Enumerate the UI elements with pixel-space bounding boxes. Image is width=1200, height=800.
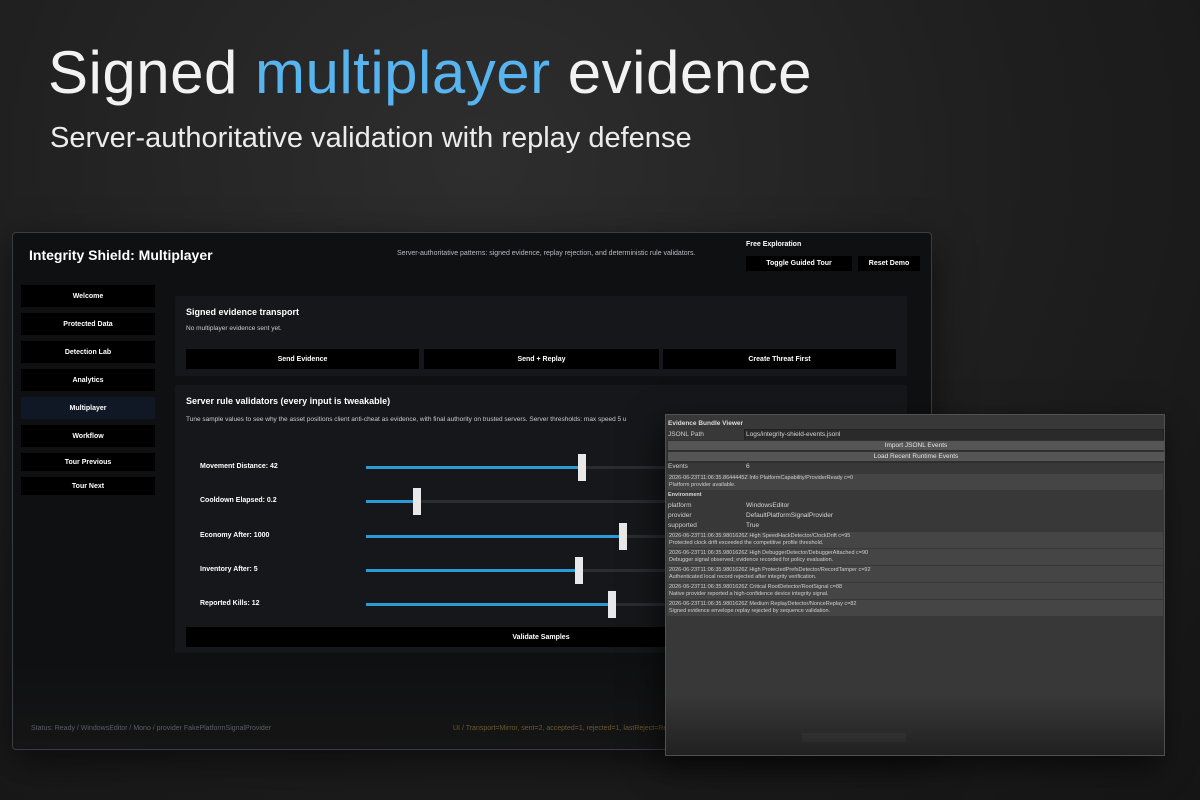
event-header: 2026-06-23T11:06:35.9801626Z High Protec… <box>669 567 871 573</box>
sidebar-item-welcome[interactable]: Welcome <box>21 285 155 307</box>
validators-title: Server rule validators (every input is t… <box>186 396 391 406</box>
slider-label: Economy After: 1000 <box>200 532 270 539</box>
slider-thumb[interactable] <box>608 591 616 618</box>
event-item[interactable]: 2026-06-23T11:06:35.8644445Z Info Platfo… <box>667 474 1163 490</box>
slider-thumb[interactable] <box>619 523 627 550</box>
slider-fill <box>366 535 623 538</box>
send-evidence-button[interactable]: Send Evidence <box>186 349 419 369</box>
slider-label: Inventory After: 5 <box>200 566 258 573</box>
events-label: Events <box>668 463 688 470</box>
event-message: Debugger signal observed; evidence recor… <box>669 557 834 563</box>
event-header: 2026-06-23T11:06:35.9801626Z Medium Repl… <box>669 601 857 607</box>
validators-description: Tune sample values to see why the asset … <box>186 416 627 423</box>
slider-label: Movement Distance: 42 <box>200 463 278 470</box>
slider-thumb[interactable] <box>413 488 421 515</box>
hero-title: Signed multiplayer evidence <box>48 38 812 107</box>
sidebar-item-analytics[interactable]: Analytics <box>21 369 155 391</box>
transport-title: Signed evidence transport <box>186 307 300 317</box>
hero-title-pre: Signed <box>48 39 255 106</box>
event-header: 2026-06-23T11:06:35.9801626Z High Debugg… <box>669 550 869 556</box>
status-bar-left: Status: Ready / WindowsEditor / Mono / p… <box>31 725 272 732</box>
slider-label: Cooldown Elapsed: 0.2 <box>200 497 277 504</box>
load-recent-events-button[interactable]: Load Recent Runtime Events <box>667 451 1164 462</box>
app-description: Server-authoritative patterns: signed ev… <box>397 250 696 257</box>
slider-fill <box>366 603 612 606</box>
env-value-platform: WindowsEditor <box>746 502 790 509</box>
event-header: 2026-06-23T11:06:35.8644445Z Info Platfo… <box>669 475 854 481</box>
env-value-supported: True <box>746 522 760 529</box>
environment-label: Environment <box>668 492 702 498</box>
event-item[interactable]: 2026-06-23T11:06:35.9801626Z Critical Ro… <box>667 583 1163 599</box>
event-message: Protected clock drift exceeded the compe… <box>669 540 824 546</box>
sidebar-item-workflow[interactable]: Workflow <box>21 425 155 447</box>
slider-fill <box>366 500 417 503</box>
sidebar-item-detection-lab[interactable]: Detection Lab <box>21 341 155 363</box>
slider-fill <box>366 569 579 572</box>
send-replay-button[interactable]: Send + Replay <box>424 349 659 369</box>
viewer-title: Evidence Bundle Viewer <box>668 420 744 427</box>
hero-title-post: evidence <box>550 39 812 106</box>
event-header: 2026-06-23T11:06:35.9801626Z High SpeedH… <box>669 533 851 539</box>
sidebar-item-multiplayer[interactable]: Multiplayer <box>21 397 155 419</box>
event-message: Native provider reported a high-confiden… <box>669 591 829 597</box>
event-item[interactable]: 2026-06-23T11:06:35.9801626Z High Debugg… <box>667 549 1163 565</box>
reset-demo-button[interactable]: Reset Demo <box>858 256 920 271</box>
create-threat-first-button[interactable]: Create Threat First <box>663 349 896 369</box>
transport-panel: Signed evidence transport No multiplayer… <box>175 296 907 376</box>
toggle-guided-tour-button[interactable]: Toggle Guided Tour <box>746 256 852 271</box>
event-item[interactable]: 2026-06-23T11:06:35.9801626Z High Protec… <box>667 566 1163 582</box>
sidebar-item-protected-data[interactable]: Protected Data <box>21 313 155 335</box>
hero-subtitle: Server-authoritative validation with rep… <box>50 122 692 154</box>
env-key-platform: platform <box>668 502 692 509</box>
sidebar-item-tour-previous[interactable]: Tour Previous <box>21 453 155 471</box>
evidence-bundle-viewer: Evidence Bundle Viewer JSONL Path Logs/i… <box>665 414 1165 756</box>
mode-label: Free Exploration <box>746 241 802 248</box>
slider-thumb[interactable] <box>578 454 586 481</box>
slider-fill <box>366 466 582 469</box>
event-item[interactable]: 2026-06-23T11:06:35.9801626Z Medium Repl… <box>667 600 1163 616</box>
env-value-provider: DefaultPlatformSignalProvider <box>746 512 834 519</box>
event-item[interactable]: 2026-06-23T11:06:35.9801626Z High SpeedH… <box>667 532 1163 548</box>
import-jsonl-button[interactable]: Import JSONL Events <box>667 440 1164 451</box>
transport-status: No multiplayer evidence sent yet. <box>186 325 282 332</box>
event-message: Platform provider available. <box>669 482 736 488</box>
event-header: 2026-06-23T11:06:35.9801626Z Critical Ro… <box>669 584 843 590</box>
sidebar-nav: Welcome Protected Data Detection Lab Ana… <box>21 285 155 501</box>
jsonl-path-value: Logs/integrity-shield-events.jsonl <box>746 431 841 438</box>
slider-label: Reported Kills: 12 <box>200 600 260 607</box>
status-bar-right: UI / Transport=Mirror, sent=2, accepted=… <box>453 725 668 732</box>
slider-thumb[interactable] <box>575 557 583 584</box>
viewer-divider <box>666 462 1164 463</box>
events-count: 6 <box>746 463 750 470</box>
jsonl-path-label: JSONL Path <box>668 431 704 438</box>
event-message: Signed evidence envelope replay rejected… <box>669 608 831 614</box>
sidebar-item-tour-next[interactable]: Tour Next <box>21 477 155 495</box>
event-message: Authenticated local record rejected afte… <box>669 574 817 580</box>
hero-title-accent: multiplayer <box>255 39 551 106</box>
env-key-supported: supported <box>668 522 697 529</box>
app-title: Integrity Shield: Multiplayer <box>29 247 213 263</box>
env-key-provider: provider <box>668 512 692 519</box>
viewer-fade <box>666 695 1164 755</box>
viewer-footer-button[interactable] <box>802 733 906 742</box>
